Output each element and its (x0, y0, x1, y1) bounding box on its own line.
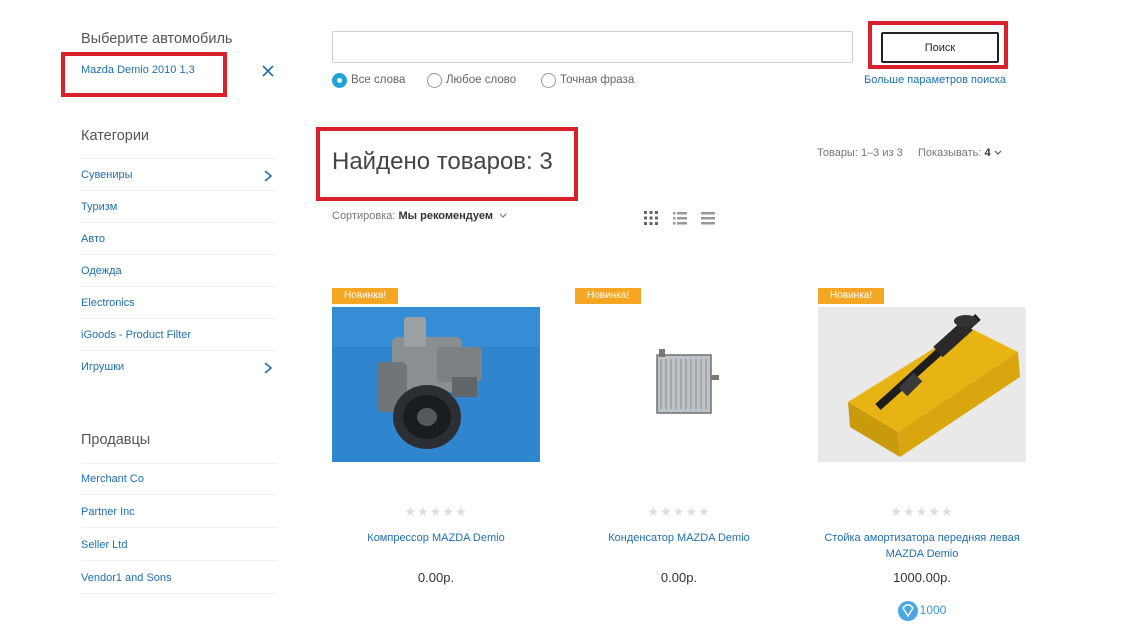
rating-stars: ★★★★★ (647, 504, 711, 519)
new-badge: Новинка! (818, 288, 885, 304)
product-price: 0.00р. (660, 570, 698, 585)
vendor-item-vendor1-and-sons[interactable]: Vendor1 and Sons (81, 562, 277, 594)
search-input[interactable] (332, 31, 853, 63)
category-label: Игрушки (81, 361, 125, 373)
vendor-label: Seller Ltd (81, 539, 128, 551)
product-image-shock-absorber[interactable] (818, 307, 1026, 462)
reward-points: 1000 (818, 601, 1026, 621)
vendor-item-seller-ltd[interactable]: Seller Ltd (81, 529, 277, 561)
vendor-label: Partner Inc (81, 506, 135, 518)
product-name-link[interactable]: Компрессор MAZDA Demio (332, 530, 540, 546)
more-search-params-link[interactable]: Больше параметров поиска (864, 74, 1006, 86)
diamond-icon (897, 601, 918, 621)
sort-label: Сортировка: (332, 210, 396, 222)
chevron-down-icon[interactable] (499, 213, 507, 219)
category-item-tourism[interactable]: Туризм (81, 191, 277, 223)
show-label: Показывать: (918, 147, 982, 159)
categories-heading: Категории (81, 128, 150, 144)
chevron-down-icon[interactable] (994, 150, 1002, 156)
rating-stars: ★★★★★ (890, 504, 954, 519)
product-card[interactable]: Новинка! ★★★★★ Компрессор MAZDA Demio 0.… (332, 288, 540, 628)
results-title: Найдено товаров: 3 (332, 148, 553, 175)
vendors-heading: Продавцы (81, 432, 151, 448)
radio-selected-icon[interactable] (332, 73, 347, 88)
category-item-auto[interactable]: Авто (81, 223, 277, 255)
category-item-clothing[interactable]: Одежда (81, 255, 277, 287)
search-button[interactable]: Поиск (881, 32, 999, 63)
category-label: Сувениры (81, 169, 133, 181)
results-counts: Товары: 1–3 из 3 Показывать: 4 (817, 147, 1002, 159)
vendor-item-merchant-co[interactable]: Merchant Co (81, 463, 277, 495)
radio-label: Любое слово (446, 74, 517, 86)
list-view-icon[interactable] (673, 211, 687, 225)
radio-label: Точная фраза (560, 74, 635, 86)
chevron-right-icon (264, 170, 273, 182)
choose-car-heading: Выберите автомобиль (81, 31, 233, 47)
chevron-right-icon (264, 362, 273, 374)
category-label: Electronics (81, 297, 135, 309)
selected-car-link[interactable]: Mazda Demio 2010 1,3 (81, 64, 195, 76)
radio-unselected-icon[interactable] (541, 73, 556, 88)
category-item-souvenirs[interactable]: Сувениры (81, 159, 277, 191)
product-image-compressor[interactable] (332, 307, 540, 462)
compact-list-icon[interactable] (701, 211, 715, 225)
reward-points-value: 1000 (919, 603, 947, 618)
radio-unselected-icon[interactable] (427, 73, 442, 88)
category-item-toys[interactable]: Игрушки (81, 351, 277, 383)
vendor-label: Vendor1 and Sons (81, 572, 172, 584)
range-text: Товары: 1–3 из 3 (817, 147, 903, 159)
product-card[interactable]: Новинка! ★★★★★ Конденсатор MAZDA Demio 0… (575, 288, 783, 628)
per-page-select[interactable]: 4 (985, 147, 991, 159)
category-item-electronics[interactable]: Electronics (81, 287, 277, 319)
product-name-link[interactable]: Стойка амортизатора передняя левая MAZDA… (818, 530, 1026, 562)
category-label: Авто (81, 233, 105, 245)
category-item-igoods[interactable]: iGoods - Product Filter (81, 319, 277, 351)
new-badge: Новинка! (575, 288, 642, 304)
new-badge: Новинка! (332, 288, 399, 304)
radio-label: Все слова (351, 74, 406, 86)
close-icon[interactable] (261, 64, 275, 78)
product-card[interactable]: Новинка! ★★★★★ Стойка амортизатора перед… (818, 288, 1026, 628)
vendor-label: Merchant Co (81, 473, 144, 485)
grid-view-icon[interactable] (644, 211, 658, 225)
rating-stars: ★★★★★ (404, 504, 468, 519)
sort-control[interactable]: Сортировка: Мы рекомендуем (332, 210, 507, 222)
product-image-condenser[interactable] (575, 307, 783, 462)
product-price: 0.00р. (417, 570, 455, 585)
product-name-link[interactable]: Конденсатор MAZDA Demio (575, 530, 783, 546)
category-label: Туризм (81, 201, 118, 213)
sort-value[interactable]: Мы рекомендуем (399, 210, 493, 222)
category-label: iGoods - Product Filter (81, 329, 192, 341)
product-price: 1000.00р. (893, 570, 951, 585)
vendor-item-partner-inc[interactable]: Partner Inc (81, 496, 277, 528)
category-label: Одежда (81, 265, 122, 277)
